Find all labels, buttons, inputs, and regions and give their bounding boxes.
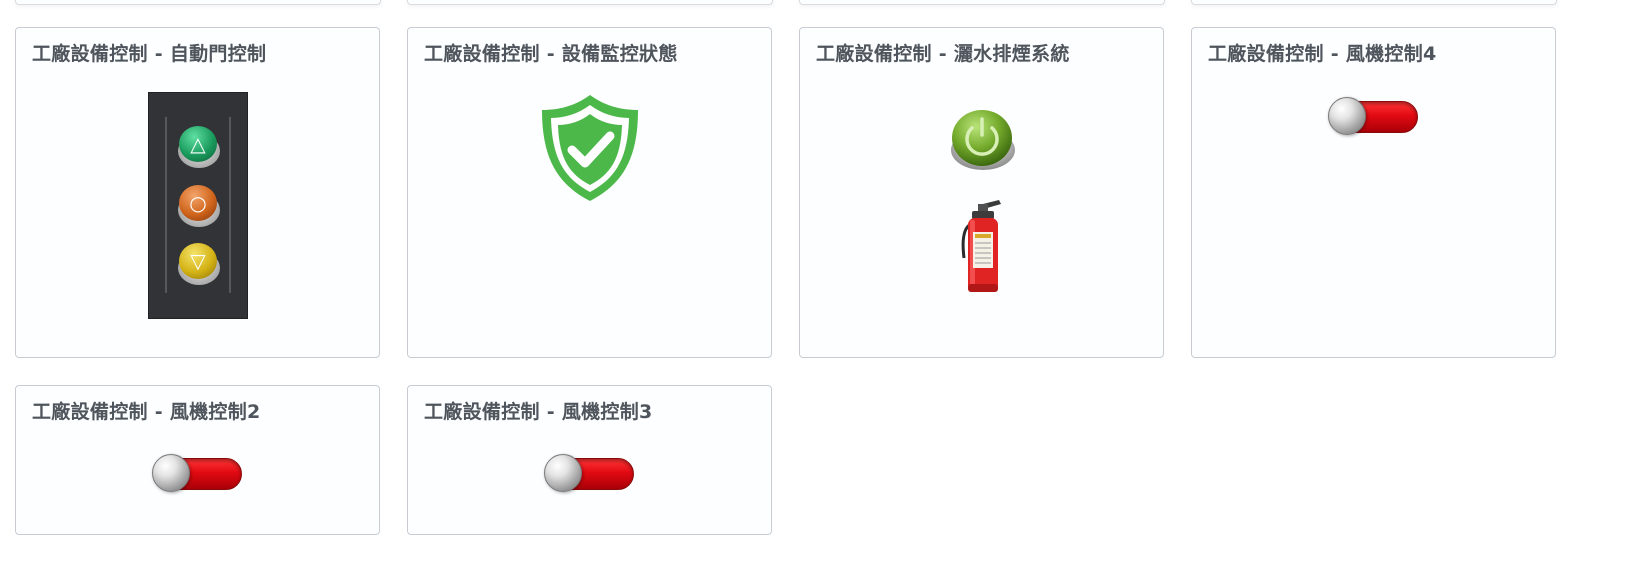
fan2-toggle-switch[interactable] xyxy=(152,454,244,494)
card-monitor-status: 工廠設備控制 - 設備監控狀態 xyxy=(407,27,772,358)
panel-rail-left xyxy=(165,117,167,293)
card-title: 工廠設備控制 - 自動門控制 xyxy=(32,43,267,65)
stop-circle-icon: ○ xyxy=(189,191,207,215)
switch-knob xyxy=(544,454,582,492)
up-arrow-icon: △ xyxy=(190,132,206,156)
fan3-toggle-switch[interactable] xyxy=(544,454,636,494)
fan4-toggle-switch[interactable] xyxy=(1328,97,1420,137)
card-title: 工廠設備控制 - 風機控制3 xyxy=(424,401,653,423)
power-button-icon[interactable] xyxy=(949,106,1017,174)
shield-check-icon xyxy=(542,95,638,201)
switch-knob xyxy=(1328,97,1366,135)
door-open-button[interactable]: △ xyxy=(178,126,220,168)
panel-rail-right xyxy=(229,117,231,293)
card-stub-4 xyxy=(1191,0,1557,5)
down-arrow-icon: ▽ xyxy=(190,249,206,273)
card-stub-2 xyxy=(407,0,773,5)
card-title: 工廠設備控制 - 灑水排煙系統 xyxy=(816,43,1070,65)
card-fan-control-2: 工廠設備控制 - 風機控制2 xyxy=(15,385,380,535)
card-fan-control-3: 工廠設備控制 - 風機控制3 xyxy=(407,385,772,535)
fire-extinguisher-icon[interactable] xyxy=(959,198,1005,294)
door-stop-button[interactable]: ○ xyxy=(178,185,220,227)
switch-knob xyxy=(152,454,190,492)
card-title: 工廠設備控制 - 風機控制2 xyxy=(32,401,261,423)
door-control-panel: △ ○ ▽ xyxy=(148,92,248,319)
card-stub-3 xyxy=(799,0,1165,5)
card-title: 工廠設備控制 - 設備監控狀態 xyxy=(424,43,678,65)
door-close-button[interactable]: ▽ xyxy=(178,243,220,285)
card-auto-door: 工廠設備控制 - 自動門控制 △ ○ ▽ xyxy=(15,27,380,358)
card-title: 工廠設備控制 - 風機控制4 xyxy=(1208,43,1437,65)
card-sprinkler-smoke: 工廠設備控制 - 灑水排煙系統 xyxy=(799,27,1164,358)
card-stub-1 xyxy=(15,0,381,5)
card-fan-control-4: 工廠設備控制 - 風機控制4 xyxy=(1191,27,1556,358)
